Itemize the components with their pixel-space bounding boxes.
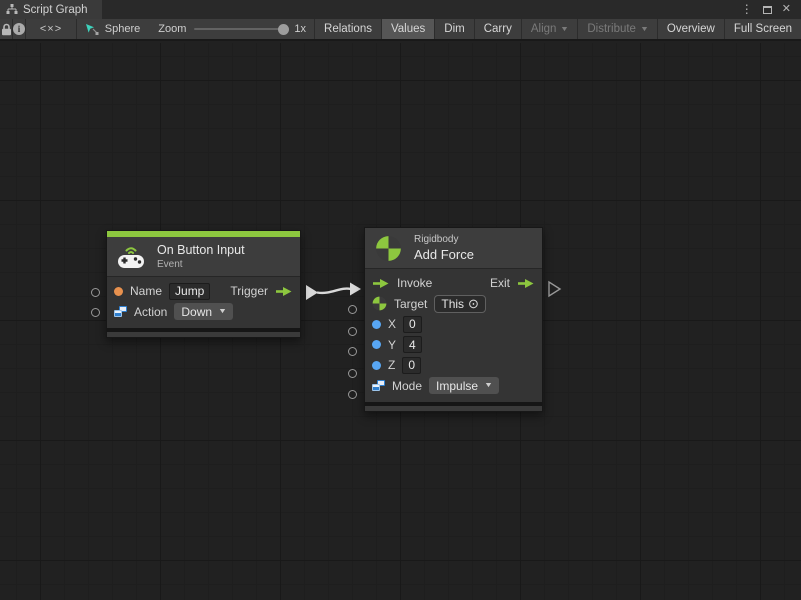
y-input-port[interactable] xyxy=(348,347,357,356)
z-port-row: Z 0 xyxy=(372,355,535,376)
node-port-rows: Name Jump Trigger Action Down ▼ xyxy=(107,277,300,328)
z-input[interactable]: 0 xyxy=(402,357,421,374)
trigger-flow-arrow-icon[interactable] xyxy=(275,286,293,297)
node-title: On Button Input xyxy=(157,243,245,257)
float-port-icon[interactable] xyxy=(372,340,381,349)
script-graph-window: Script Graph ⋮ ✕ i <×> xyxy=(0,0,801,600)
graph-pointer-icon xyxy=(85,23,99,36)
invoke-flow-arrow-icon[interactable] xyxy=(372,278,390,289)
chevron-down-icon: ▼ xyxy=(484,382,493,389)
rigidbody-icon xyxy=(375,235,402,262)
x-port-row: X 0 xyxy=(372,314,535,335)
window-controls: ⋮ ✕ xyxy=(741,0,801,19)
x-port-label: X xyxy=(388,317,396,331)
mode-dropdown[interactable]: Impulse ▼ xyxy=(429,377,499,394)
name-input[interactable]: Jump xyxy=(169,283,210,300)
z-input-port[interactable] xyxy=(348,369,357,378)
zoom-control: Zoom 1x xyxy=(150,19,314,39)
enum-port-icon[interactable] xyxy=(114,306,127,317)
graph-canvas[interactable]: On Button Input Event Name Jump Trigger xyxy=(0,43,801,600)
gamepad-event-icon xyxy=(117,245,145,269)
x-input-port[interactable] xyxy=(348,327,357,336)
graph-owner-label: Sphere xyxy=(105,23,140,35)
tab-label: Script Graph xyxy=(23,4,88,16)
name-port-row: Name Jump Trigger xyxy=(114,281,293,302)
zoom-value: 1x xyxy=(294,23,306,35)
x-input[interactable]: 0 xyxy=(403,316,422,333)
close-icon[interactable]: ✕ xyxy=(782,0,791,19)
graph-owner-button[interactable]: Sphere xyxy=(77,19,150,39)
object-picker-icon[interactable]: ⊙ xyxy=(468,297,479,310)
zoom-slider[interactable] xyxy=(194,28,286,30)
code-preview-button[interactable]: <×> xyxy=(26,19,76,39)
float-port-icon[interactable] xyxy=(372,320,381,329)
mode-port-row: Mode Impulse ▼ xyxy=(372,376,535,397)
window-menu-icon[interactable]: ⋮ xyxy=(741,0,753,19)
y-port-row: Y 4 xyxy=(372,335,535,356)
action-port-label: Action xyxy=(134,305,167,319)
mode-input-port[interactable] xyxy=(348,390,357,399)
dim-button[interactable]: Dim xyxy=(434,19,473,39)
action-dropdown[interactable]: Down ▼ xyxy=(174,303,233,320)
zoom-slider-handle[interactable] xyxy=(278,24,289,35)
chevron-down-icon: ▼ xyxy=(218,308,227,315)
chevron-down-icon: ▼ xyxy=(640,26,649,33)
enum-port-icon[interactable] xyxy=(372,380,385,391)
code-icon: <×> xyxy=(40,23,62,35)
carry-button[interactable]: Carry xyxy=(474,19,521,39)
float-port-icon[interactable] xyxy=(372,361,381,370)
node-header[interactable]: Rigidbody Add Force xyxy=(365,228,542,269)
action-port-row: Action Down ▼ xyxy=(114,302,293,323)
rigidbody-port-icon[interactable] xyxy=(372,296,387,311)
target-port-label: Target xyxy=(394,297,427,311)
exit-unconnected-stub xyxy=(549,282,560,296)
node-subtitle: Event xyxy=(157,259,245,270)
node-category: Rigidbody xyxy=(414,234,474,245)
full-screen-button[interactable]: Full Screen xyxy=(724,19,801,39)
node-on-button-input[interactable]: On Button Input Event Name Jump Trigger xyxy=(106,230,301,338)
zoom-label: Zoom xyxy=(158,23,186,35)
action-input-port[interactable] xyxy=(91,308,100,317)
invoke-port-label: Invoke xyxy=(397,276,432,290)
trigger-port-label: Trigger xyxy=(230,284,268,298)
title-bar: Script Graph ⋮ ✕ xyxy=(0,0,801,19)
node-title: Add Force xyxy=(414,247,474,262)
lock-button[interactable] xyxy=(0,19,12,39)
exit-port-label: Exit xyxy=(490,276,510,290)
y-input[interactable]: 4 xyxy=(403,336,422,353)
values-button[interactable]: Values xyxy=(381,19,434,39)
target-object-field[interactable]: This ⊙ xyxy=(434,295,486,313)
lock-icon xyxy=(1,23,12,36)
target-port-row: Target This ⊙ xyxy=(372,294,535,315)
z-port-label: Z xyxy=(388,358,395,372)
y-port-label: Y xyxy=(388,338,396,352)
node-header[interactable]: On Button Input Event xyxy=(107,237,300,277)
maximize-icon[interactable] xyxy=(763,6,772,14)
distribute-dropdown[interactable]: Distribute ▼ xyxy=(577,19,657,39)
graph-toolbar: i <×> Sphere Zoom 1x Relations Values Di… xyxy=(0,19,801,41)
name-port-label: Name xyxy=(130,284,162,298)
target-input-port[interactable] xyxy=(348,305,357,314)
graph-hierarchy-icon xyxy=(6,4,18,15)
exit-flow-arrow-icon[interactable] xyxy=(517,278,535,289)
info-button[interactable]: i xyxy=(13,19,25,39)
align-dropdown[interactable]: Align ▼ xyxy=(521,19,578,39)
node-footer xyxy=(107,328,300,337)
name-input-port[interactable] xyxy=(91,288,100,297)
relations-button[interactable]: Relations xyxy=(314,19,381,39)
string-port-icon[interactable] xyxy=(114,287,123,296)
node-add-force[interactable]: Rigidbody Add Force Invoke Exit xyxy=(364,227,543,412)
toolbar-toggle-buttons: Relations Values Dim Carry Align ▼ Distr… xyxy=(314,19,801,39)
mode-port-label: Mode xyxy=(392,379,422,393)
invoke-port-row: Invoke Exit xyxy=(372,273,535,294)
chevron-down-icon: ▼ xyxy=(560,26,569,33)
tab-script-graph[interactable]: Script Graph xyxy=(0,0,102,19)
node-port-rows: Invoke Exit Target xyxy=(365,269,542,402)
overview-button[interactable]: Overview xyxy=(657,19,724,39)
info-icon: i xyxy=(13,23,25,35)
node-footer xyxy=(365,402,542,411)
